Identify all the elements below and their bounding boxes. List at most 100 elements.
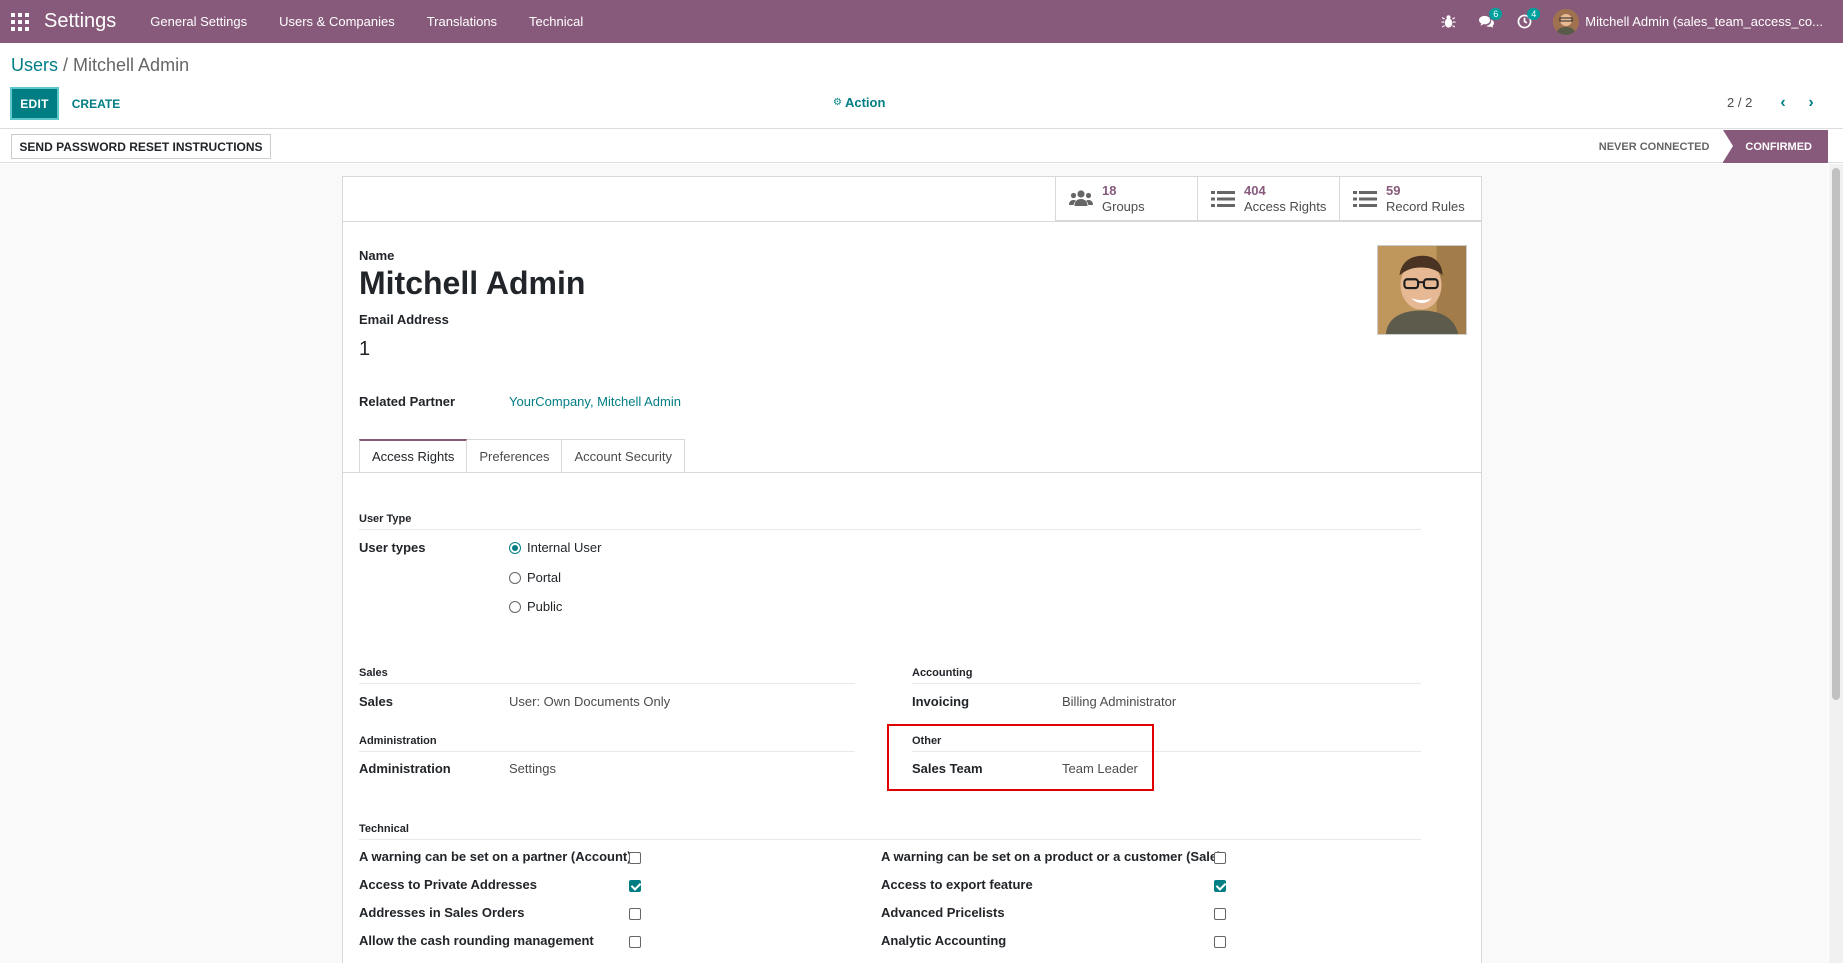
- tech-option-label: A warning can be set on a partner (Accou…: [359, 849, 632, 864]
- breadcrumb: Users / Mitchell Admin: [11, 55, 189, 76]
- tab-access-rights[interactable]: Access Rights: [359, 439, 468, 473]
- invoicing-label: Invoicing: [912, 694, 970, 709]
- top-navbar: Settings General Settings Users & Compan…: [0, 0, 1843, 43]
- tech-option-label: Addresses in Sales Orders: [359, 905, 525, 920]
- breadcrumb-separator: /: [58, 55, 74, 75]
- breadcrumb-current: Mitchell Admin: [73, 55, 190, 75]
- status-steps: NEVER CONNECTED CONFIRMED: [1585, 130, 1828, 163]
- administration-section-title: Administration: [359, 735, 437, 747]
- user-menu[interactable]: Mitchell Admin (sales_team_access_co...: [1585, 14, 1843, 29]
- section-divider: [359, 751, 855, 752]
- breadcrumb-users[interactable]: Users: [11, 55, 58, 75]
- highlight-annotation-box: [887, 724, 1154, 791]
- chevron-right-icon[interactable]: ›: [1801, 90, 1821, 116]
- email-value: 1: [359, 338, 371, 360]
- tab-preferences[interactable]: Preferences: [467, 439, 563, 473]
- sales-label: Sales: [359, 694, 393, 709]
- record-rules-label: Record Rules: [1386, 199, 1465, 214]
- sales-value[interactable]: User: Own Documents Only: [509, 694, 670, 709]
- groups-count: 18: [1102, 183, 1117, 198]
- radio-public[interactable]: Public: [509, 599, 562, 614]
- tech-option-checkbox[interactable]: [629, 880, 641, 892]
- menu-technical[interactable]: Technical: [513, 0, 599, 43]
- form-sheet: 18 Groups 404 Access Rights 59 Record Ru…: [342, 176, 1482, 963]
- tech-option-label: Access to export feature: [881, 877, 1033, 892]
- radio-checked-icon: [509, 541, 521, 554]
- administration-value[interactable]: Settings: [509, 761, 556, 776]
- administration-label: Administration: [359, 761, 451, 776]
- pager-value[interactable]: 2 / 2: [1727, 95, 1752, 110]
- radio-portal-label: Portal: [527, 570, 561, 585]
- tech-option-checkbox[interactable]: [1214, 852, 1226, 864]
- radio-unchecked-icon: [509, 600, 521, 613]
- record-rules-count: 59: [1386, 183, 1401, 198]
- tech-option-checkbox[interactable]: [1214, 936, 1226, 948]
- menu-general-settings[interactable]: General Settings: [134, 0, 263, 43]
- user-type-section-title: User Type: [359, 513, 412, 525]
- related-partner-link[interactable]: YourCompany, Mitchell Admin: [509, 394, 681, 409]
- status-never-connected: NEVER CONNECTED: [1598, 140, 1710, 153]
- menu-users-companies[interactable]: Users & Companies: [263, 0, 411, 43]
- status-confirmed: CONFIRMED: [1723, 130, 1828, 163]
- gear-icon: ⚙: [833, 97, 842, 108]
- menu-translations[interactable]: Translations: [411, 0, 513, 43]
- radio-portal[interactable]: Portal: [509, 570, 561, 585]
- tabs-divider: [343, 472, 1481, 473]
- send-password-reset-button[interactable]: SEND PASSWORD RESET INSTRUCTIONS: [11, 134, 271, 159]
- tech-option-checkbox[interactable]: [1214, 880, 1226, 892]
- related-partner-label: Related Partner: [359, 394, 456, 409]
- access-rights-label: Access Rights: [1244, 199, 1327, 214]
- smart-button-box: 18 Groups 404 Access Rights 59 Record Ru…: [1055, 177, 1481, 221]
- name-label: Name: [359, 248, 395, 263]
- scrollbar-thumb[interactable]: [1832, 168, 1840, 700]
- invoicing-value[interactable]: Billing Administrator: [1062, 694, 1176, 709]
- section-divider: [359, 529, 1421, 530]
- section-divider: [912, 683, 1421, 684]
- messages-icon[interactable]: 6: [1467, 0, 1505, 43]
- radio-internal-user-label: Internal User: [527, 540, 602, 555]
- apps-menu-icon[interactable]: [0, 0, 40, 43]
- technical-section-title: Technical: [359, 823, 409, 835]
- edit-button[interactable]: EDIT: [10, 87, 59, 120]
- groups-smart-button[interactable]: 18 Groups: [1055, 177, 1197, 221]
- record-rules-smart-button[interactable]: 59 Record Rules: [1339, 177, 1481, 221]
- section-divider: [359, 839, 1421, 840]
- chevron-left-icon[interactable]: ‹: [1773, 90, 1793, 116]
- accounting-section-title: Accounting: [912, 667, 973, 679]
- form-statusbar: SEND PASSWORD RESET INSTRUCTIONS NEVER C…: [0, 130, 1843, 163]
- radio-internal-user[interactable]: Internal User: [509, 540, 601, 555]
- tab-account-security[interactable]: Account Security: [562, 439, 686, 473]
- radio-public-label: Public: [527, 599, 563, 614]
- action-dropdown[interactable]: ⚙ Action: [833, 95, 885, 110]
- debug-bug-icon[interactable]: [1429, 0, 1467, 43]
- groups-label: Groups: [1102, 199, 1145, 214]
- tech-option-label: Allow the cash rounding management: [359, 933, 594, 948]
- tech-option-checkbox[interactable]: [629, 852, 641, 864]
- user-name-title: Mitchell Admin: [359, 265, 586, 301]
- vertical-scrollbar[interactable]: [1829, 164, 1843, 963]
- activities-badge: 4: [1527, 8, 1541, 20]
- access-rights-count: 404: [1244, 183, 1266, 198]
- tech-option-checkbox[interactable]: [1214, 908, 1226, 920]
- action-label: Action: [844, 95, 886, 110]
- tech-option-checkbox[interactable]: [629, 936, 641, 948]
- user-avatar[interactable]: [1553, 8, 1580, 35]
- app-title[interactable]: Settings: [44, 10, 116, 33]
- radio-unchecked-icon: [509, 571, 521, 584]
- tech-option-checkbox[interactable]: [629, 908, 641, 920]
- user-types-label: User types: [359, 540, 426, 555]
- access-rights-smart-button[interactable]: 404 Access Rights: [1197, 177, 1339, 221]
- header-divider: [343, 221, 1481, 222]
- tech-option-label: Analytic Accounting: [881, 933, 1007, 948]
- list-icon: [1210, 188, 1236, 210]
- tech-option-label: Advanced Pricelists: [881, 905, 1005, 920]
- section-divider: [359, 683, 855, 684]
- activities-clock-icon[interactable]: 4: [1505, 0, 1543, 43]
- list-icon: [1352, 188, 1378, 210]
- users-icon: [1068, 188, 1094, 210]
- sales-section-title: Sales: [359, 667, 388, 679]
- user-photo[interactable]: [1377, 245, 1467, 335]
- control-panel: Users / Mitchell Admin EDIT CREATE ⚙ Act…: [0, 43, 1843, 129]
- email-label: Email Address: [359, 312, 449, 327]
- create-button[interactable]: CREATE: [64, 87, 128, 120]
